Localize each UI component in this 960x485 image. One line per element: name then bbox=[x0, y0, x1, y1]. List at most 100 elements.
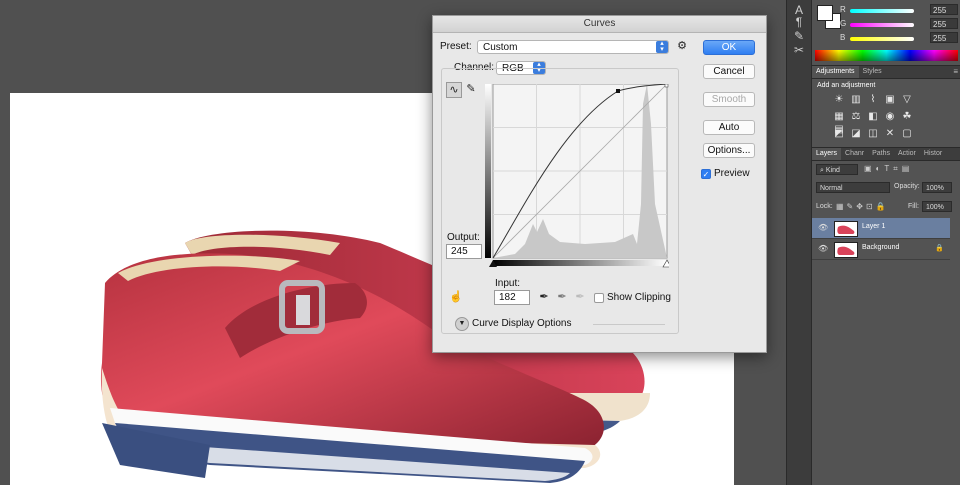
lock-icon: 🔒 bbox=[935, 245, 944, 252]
adjustments-tabs: Adjustments Styles ≡ bbox=[812, 65, 960, 79]
preset-select[interactable]: Custom ▴ ▾ bbox=[477, 40, 669, 54]
preview-checkbox[interactable]: ✓ bbox=[701, 169, 711, 179]
selective-color-icon[interactable]: ✕ bbox=[883, 128, 897, 140]
options-button[interactable]: Options... bbox=[703, 143, 755, 158]
layer-row-layer-1[interactable]: 👁 Layer 1 bbox=[812, 218, 950, 239]
curves-graph[interactable] bbox=[485, 84, 669, 270]
divider bbox=[593, 324, 665, 325]
pencil-icon[interactable]: ✎ bbox=[464, 82, 478, 96]
ok-button[interactable]: OK bbox=[703, 40, 755, 55]
output-label: Output: bbox=[447, 232, 480, 243]
adjustment-icons-row-1: ☀ ▥ ⌇ ▣ ▽ bbox=[832, 93, 932, 107]
layer-name: Background bbox=[862, 244, 900, 251]
tab-paths[interactable]: Paths bbox=[868, 148, 894, 160]
layer-filter-icons[interactable]: ▣◐T⌗▤ bbox=[864, 164, 913, 174]
settings-tools-icon[interactable]: ✂ bbox=[791, 42, 807, 58]
layer-filter-kind[interactable]: ⌕ Kind bbox=[816, 164, 858, 175]
hue-saturation-icon[interactable]: ▦ bbox=[832, 111, 846, 123]
input-label: Input: bbox=[495, 278, 521, 289]
blend-mode-select[interactable]: Normal bbox=[816, 182, 890, 193]
smooth-button: Smooth bbox=[703, 92, 755, 107]
blue-slider[interactable] bbox=[850, 37, 914, 41]
input-value: 182 bbox=[499, 292, 516, 303]
layers-tabs: Layers Chanr Paths Actior Histor bbox=[812, 147, 960, 161]
fill-field[interactable]: 100% bbox=[922, 201, 952, 212]
auto-button[interactable]: Auto bbox=[703, 120, 755, 135]
chevron-updown-icon: ▴ ▾ bbox=[656, 40, 668, 53]
channel-mixer-icon[interactable]: ☘ bbox=[900, 111, 914, 123]
chevron-down-icon[interactable]: ▼ bbox=[455, 317, 469, 331]
output-gradient-bar bbox=[485, 84, 491, 258]
black-eyedropper-icon[interactable]: ✒ bbox=[537, 290, 551, 304]
posterize-icon[interactable]: ◪ bbox=[849, 128, 863, 140]
red-slider[interactable] bbox=[850, 9, 914, 13]
output-field[interactable]: 245 bbox=[446, 244, 482, 259]
tab-adjustments[interactable]: Adjustments bbox=[812, 66, 859, 78]
panel-menu-icon[interactable]: ≡ bbox=[953, 66, 958, 78]
blend-mode-value: Normal bbox=[820, 185, 843, 192]
curve-endpoint bbox=[664, 84, 669, 88]
green-slider-row: G 255 bbox=[840, 18, 958, 31]
threshold-icon[interactable]: ◫ bbox=[866, 128, 880, 140]
curves-icon[interactable]: ⌇ bbox=[866, 94, 880, 106]
red-slider-row: R 255 bbox=[840, 4, 958, 17]
eye-icon[interactable]: 👁 bbox=[818, 244, 828, 253]
green-value-field[interactable]: 255 bbox=[930, 18, 958, 29]
layer-row-background[interactable]: 👁 Background 🔒 bbox=[812, 239, 950, 260]
preview-label: Preview bbox=[714, 168, 750, 179]
curve-display-options-label[interactable]: Curve Display Options bbox=[472, 318, 571, 329]
tab-channels[interactable]: Chanr bbox=[841, 148, 868, 160]
color-spectrum[interactable] bbox=[815, 50, 958, 61]
fill-value: 100% bbox=[926, 204, 944, 211]
opacity-label: Opacity: bbox=[894, 183, 920, 190]
exposure-icon[interactable]: ▣ bbox=[883, 94, 897, 106]
invert-icon[interactable]: ◩ bbox=[832, 128, 846, 140]
green-slider[interactable] bbox=[850, 23, 914, 27]
adjustments-title: Add an adjustment bbox=[817, 82, 876, 89]
gradient-map-icon[interactable]: ▢ bbox=[900, 128, 914, 140]
search-icon: ⌕ bbox=[820, 167, 824, 174]
show-clipping-label: Show Clipping bbox=[607, 292, 671, 303]
blue-value-field[interactable]: 255 bbox=[930, 32, 958, 43]
color-balance-icon[interactable]: ⚖ bbox=[849, 111, 863, 123]
green-label: G bbox=[840, 19, 847, 28]
tab-actions[interactable]: Actior bbox=[894, 148, 920, 160]
lock-options-icons[interactable]: ▦✎✥⊡🔒 bbox=[836, 202, 889, 211]
blue-label: B bbox=[840, 33, 846, 42]
show-clipping-checkbox[interactable] bbox=[594, 293, 604, 303]
layer-thumbnail bbox=[834, 221, 858, 237]
opacity-field[interactable]: 100% bbox=[922, 182, 952, 193]
brightness-icon[interactable]: ☀ bbox=[832, 94, 846, 106]
eye-icon[interactable]: 👁 bbox=[818, 223, 828, 232]
dialog-title[interactable]: Curves bbox=[433, 16, 766, 33]
curve-point bbox=[616, 89, 620, 93]
tab-layers[interactable]: Layers bbox=[812, 148, 842, 160]
cancel-button[interactable]: Cancel bbox=[703, 64, 755, 79]
curves-dialog: Curves Preset: Custom ▴ ▾ ⚙ Channel: RGB … bbox=[432, 15, 767, 353]
levels-icon[interactable]: ▥ bbox=[849, 94, 863, 106]
tab-history[interactable]: Histor bbox=[920, 148, 946, 160]
tab-styles[interactable]: Styles bbox=[859, 66, 886, 78]
black-white-icon[interactable]: ◧ bbox=[866, 111, 880, 123]
input-field[interactable]: 182 bbox=[494, 290, 530, 305]
foreground-color-swatch[interactable] bbox=[817, 5, 833, 21]
layer-name: Layer 1 bbox=[862, 223, 886, 230]
preset-value: Custom bbox=[483, 42, 518, 53]
input-gradient-bar bbox=[493, 260, 667, 266]
white-eyedropper-icon[interactable]: ✒ bbox=[573, 290, 587, 304]
adjustment-icons-row-3: ◩ ◪ ◫ ✕ ▢ bbox=[832, 127, 932, 141]
color-panel: R 255 G 255 B 255 bbox=[812, 0, 960, 62]
output-value: 245 bbox=[451, 246, 468, 257]
red-value-field[interactable]: 255 bbox=[930, 4, 958, 15]
red-label: R bbox=[840, 5, 846, 14]
gear-icon[interactable]: ⚙ bbox=[675, 39, 689, 53]
photo-filter-icon[interactable]: ◉ bbox=[883, 111, 897, 123]
blue-slider-row: B 255 bbox=[840, 32, 958, 45]
gray-eyedropper-icon[interactable]: ✒ bbox=[555, 290, 569, 304]
vibrance-icon[interactable]: ▽ bbox=[900, 94, 914, 106]
fill-label: Fill: bbox=[908, 203, 919, 210]
on-image-adjust-icon[interactable]: ☝ bbox=[449, 290, 463, 304]
right-panels: R 255 G 255 B 255 Adjustments Styles ≡ A… bbox=[811, 0, 960, 485]
adjustment-icons-row-2: ▦ ⚖ ◧ ◉ ☘▤ bbox=[832, 110, 932, 135]
curve-point-tool-icon[interactable]: ∿ bbox=[446, 82, 462, 98]
